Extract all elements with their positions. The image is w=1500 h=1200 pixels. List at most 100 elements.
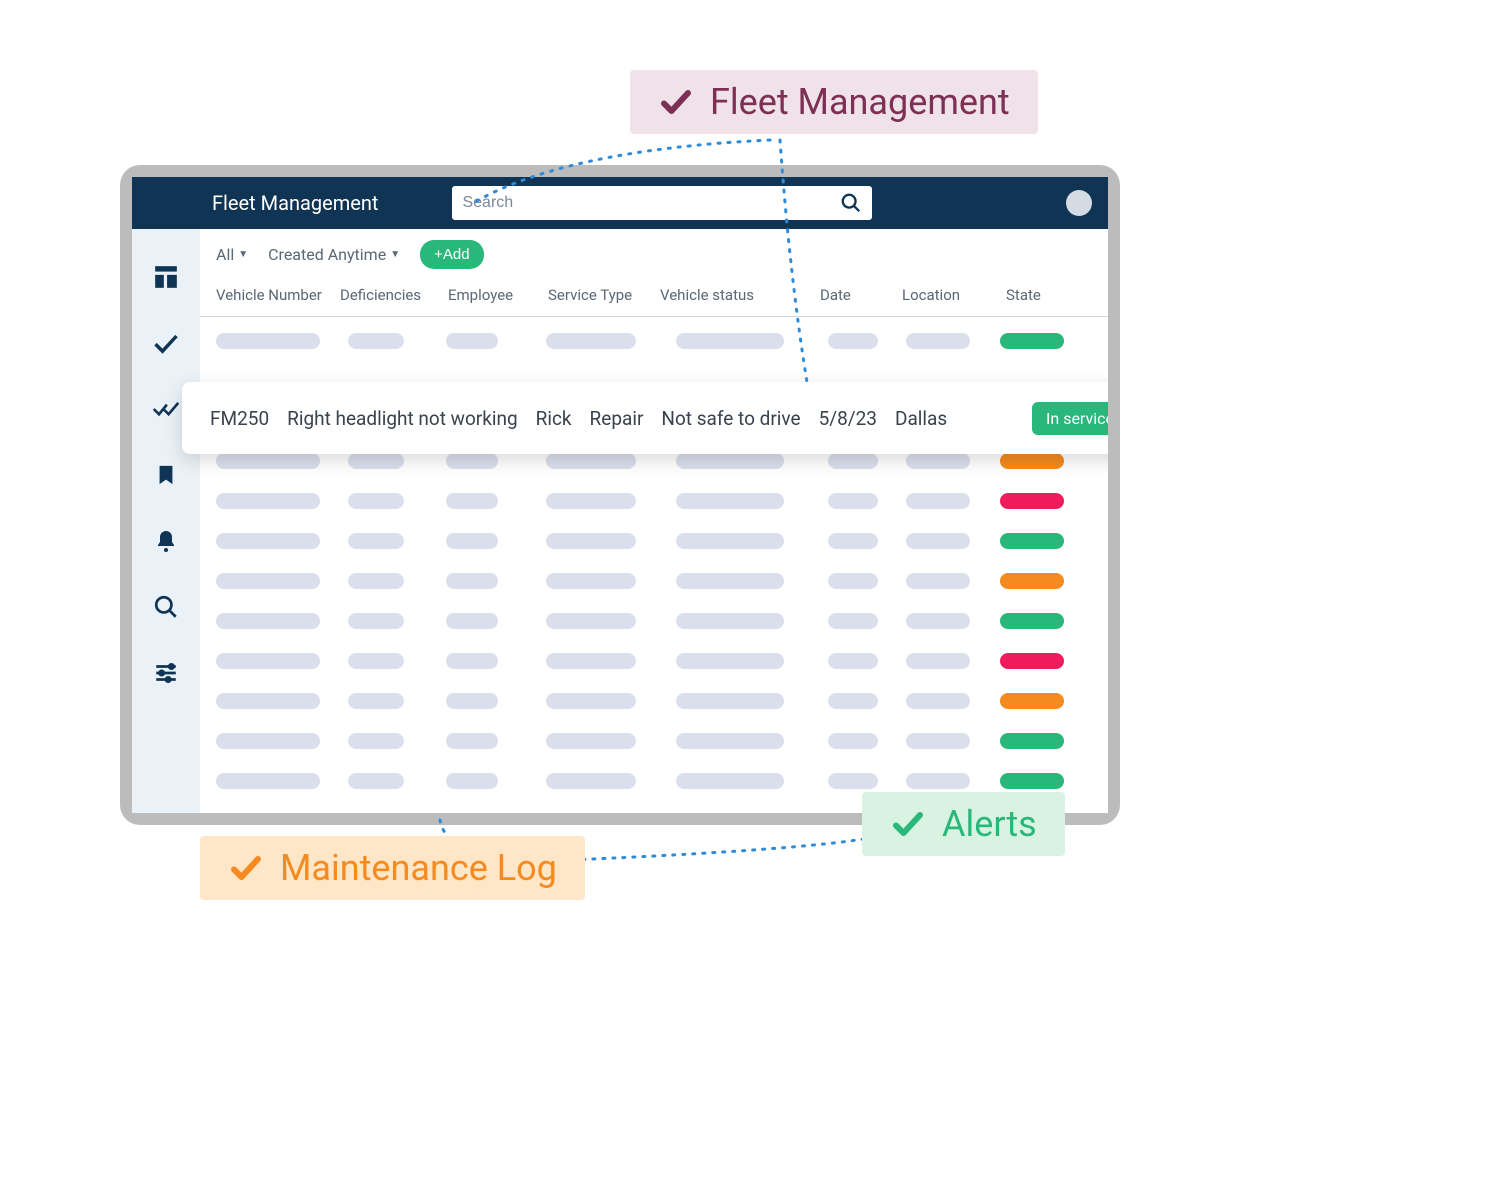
check-icon	[228, 850, 264, 886]
table-row[interactable]	[216, 693, 1092, 709]
placeholder-cell	[676, 453, 784, 469]
col-service-type: Service Type	[548, 286, 660, 304]
placeholder-cell	[828, 773, 878, 789]
table-body: FM250 Right headlight not working Rick R…	[200, 317, 1108, 813]
placeholder-cell	[906, 573, 970, 589]
placeholder-cell	[828, 533, 878, 549]
table-row[interactable]	[216, 773, 1092, 789]
placeholder-cell	[1000, 573, 1064, 589]
callout-fleet-management: Fleet Management	[630, 70, 1038, 134]
placeholder-cell	[906, 333, 970, 349]
placeholder-cell	[828, 453, 878, 469]
placeholder-cell	[1000, 733, 1064, 749]
cell-employee: Rick	[536, 407, 572, 430]
table-row[interactable]	[216, 493, 1092, 509]
double-check-icon[interactable]	[152, 395, 180, 423]
placeholder-cell	[906, 733, 970, 749]
table-row[interactable]	[216, 533, 1092, 549]
col-location: Location	[902, 286, 1006, 304]
chevron-down-icon: ▼	[390, 249, 400, 260]
avatar[interactable]	[1066, 190, 1092, 216]
table-row[interactable]	[216, 613, 1092, 629]
cell-date: 5/8/23	[819, 407, 877, 430]
placeholder-cell	[546, 733, 636, 749]
placeholder-cell	[906, 493, 970, 509]
placeholder-cell	[348, 333, 404, 349]
placeholder-cell	[676, 693, 784, 709]
placeholder-cell	[348, 533, 404, 549]
placeholder-cell	[676, 733, 784, 749]
placeholder-cell	[446, 613, 498, 629]
placeholder-cell	[546, 533, 636, 549]
filter-bar: All ▼ Created Anytime ▼ +Add	[200, 229, 1108, 280]
placeholder-cell	[216, 653, 320, 669]
app-content: Fleet Management	[132, 177, 1108, 813]
placeholder-cell	[216, 773, 320, 789]
main-panel: All ▼ Created Anytime ▼ +Add Vehicle Num…	[200, 229, 1108, 813]
placeholder-cell	[216, 453, 320, 469]
table-row[interactable]	[216, 453, 1092, 469]
top-bar: Fleet Management	[132, 177, 1108, 229]
search-input[interactable]	[462, 186, 862, 220]
placeholder-cell	[216, 533, 320, 549]
dashboard-icon[interactable]	[152, 263, 180, 291]
placeholder-cell	[446, 333, 498, 349]
col-state: State	[1006, 286, 1086, 304]
filter-all[interactable]: All ▼	[216, 245, 248, 264]
placeholder-cell	[546, 453, 636, 469]
chevron-down-icon: ▼	[238, 249, 248, 260]
cell-location: Dallas	[895, 407, 947, 430]
placeholder-cell	[216, 613, 320, 629]
placeholder-cell	[348, 693, 404, 709]
callout-label: Fleet Management	[710, 84, 1010, 120]
placeholder-cell	[676, 573, 784, 589]
placeholder-cell	[676, 533, 784, 549]
placeholder-cell	[828, 733, 878, 749]
placeholder-cell	[1000, 653, 1064, 669]
placeholder-cell	[446, 653, 498, 669]
callout-alerts: Alerts	[862, 792, 1065, 856]
cell-deficiency: Right headlight not working	[287, 407, 518, 430]
placeholder-cell	[546, 333, 636, 349]
placeholder-cell	[348, 653, 404, 669]
search-icon	[840, 192, 862, 214]
filter-created[interactable]: Created Anytime ▼	[268, 245, 400, 264]
add-button[interactable]: +Add	[420, 240, 483, 269]
placeholder-cell	[546, 573, 636, 589]
search-nav-icon[interactable]	[152, 593, 180, 621]
callout-label: Maintenance Log	[280, 850, 557, 886]
placeholder-cell	[906, 693, 970, 709]
bookmark-icon[interactable]	[152, 461, 180, 489]
placeholder-cell	[1000, 493, 1064, 509]
placeholder-cell	[446, 533, 498, 549]
check-icon[interactable]	[152, 329, 180, 357]
placeholder-cell	[1000, 533, 1064, 549]
placeholder-cell	[446, 453, 498, 469]
sliders-icon[interactable]	[152, 659, 180, 687]
table-row[interactable]	[216, 573, 1092, 589]
placeholder-cell	[1000, 773, 1064, 789]
highlighted-row[interactable]: FM250 Right headlight not working Rick R…	[182, 382, 1108, 454]
bell-icon[interactable]	[152, 527, 180, 555]
table-row[interactable]	[216, 333, 1092, 349]
placeholder-cell	[828, 573, 878, 589]
placeholder-cell	[676, 493, 784, 509]
placeholder-cell	[676, 333, 784, 349]
cell-vehicle-number: FM250	[210, 407, 269, 430]
placeholder-cell	[1000, 333, 1064, 349]
placeholder-cell	[546, 613, 636, 629]
search-field[interactable]	[452, 186, 872, 220]
table-row[interactable]	[216, 733, 1092, 749]
placeholder-cell	[906, 533, 970, 549]
placeholder-cell	[1000, 693, 1064, 709]
placeholder-cell	[676, 773, 784, 789]
check-icon	[658, 84, 694, 120]
state-badge: In service	[1032, 402, 1108, 435]
col-deficiencies: Deficiencies	[340, 286, 448, 304]
app-window: Fleet Management	[120, 165, 1120, 825]
placeholder-cell	[546, 773, 636, 789]
table-row[interactable]	[216, 653, 1092, 669]
placeholder-cell	[828, 653, 878, 669]
placeholder-cell	[828, 493, 878, 509]
placeholder-cell	[906, 453, 970, 469]
